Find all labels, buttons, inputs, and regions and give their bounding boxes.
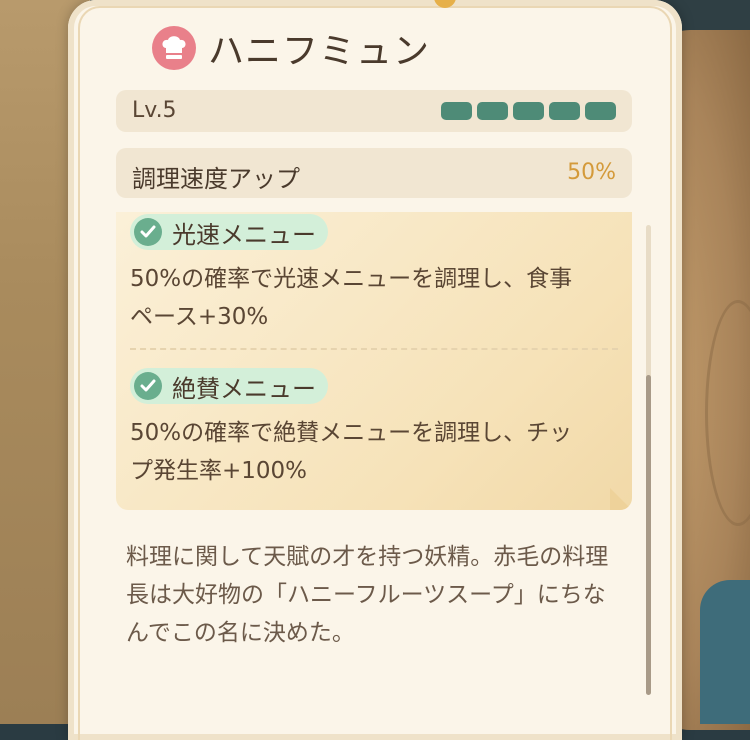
skills-panel[interactable]: 光速メニュー 50%の確率で光速メニューを調理し、食事ペース+30% 絶賛メニュ… <box>116 212 632 510</box>
skill-description: 50%の確率で絶賛メニューを調理し、チップ発生率+100% <box>130 420 573 484</box>
level-bar: Lv.5 <box>116 90 632 132</box>
stat-bar: 調理速度アップ 50% <box>116 148 632 198</box>
check-icon <box>134 372 162 400</box>
stat-label: 調理速度アップ <box>132 165 300 193</box>
level-pip <box>549 102 580 120</box>
skill-name: 光速メニュー <box>172 220 316 249</box>
chef-hat-icon <box>152 26 196 70</box>
stat-value: 50% <box>567 160 616 185</box>
skill-description: 50%の確率で光速メニューを調理し、食事ペース+30% <box>130 266 573 330</box>
check-icon <box>134 218 162 246</box>
level-pip <box>441 102 472 120</box>
card-header: ハニフミュン <box>152 24 430 72</box>
level-label: Lv.5 <box>132 98 177 123</box>
scrollbar-thumb[interactable] <box>646 375 651 695</box>
skill-divider <box>130 348 618 350</box>
character-name: ハニフミュン <box>208 31 431 72</box>
skill-badge: 絶賛メニュー <box>130 368 328 404</box>
skill-badge: 光速メニュー <box>130 214 328 250</box>
page-fold <box>610 488 632 510</box>
level-pips <box>441 102 616 120</box>
level-pip <box>477 102 508 120</box>
skill-name: 絶賛メニュー <box>172 374 316 403</box>
background-cloth <box>700 580 750 724</box>
card-pin <box>434 0 456 8</box>
skill-item: 絶賛メニュー 50%の確率で絶賛メニューを調理し、チップ発生率+100% <box>130 368 590 490</box>
level-pip <box>585 102 616 120</box>
skill-item: 光速メニュー 50%の確率で光速メニューを調理し、食事ペース+30% <box>130 214 590 336</box>
character-description: 料理に関して天賦の才を持つ妖精。赤毛の料理長は大好物の「ハニーフルーツスープ」に… <box>126 544 609 646</box>
level-pip <box>513 102 544 120</box>
